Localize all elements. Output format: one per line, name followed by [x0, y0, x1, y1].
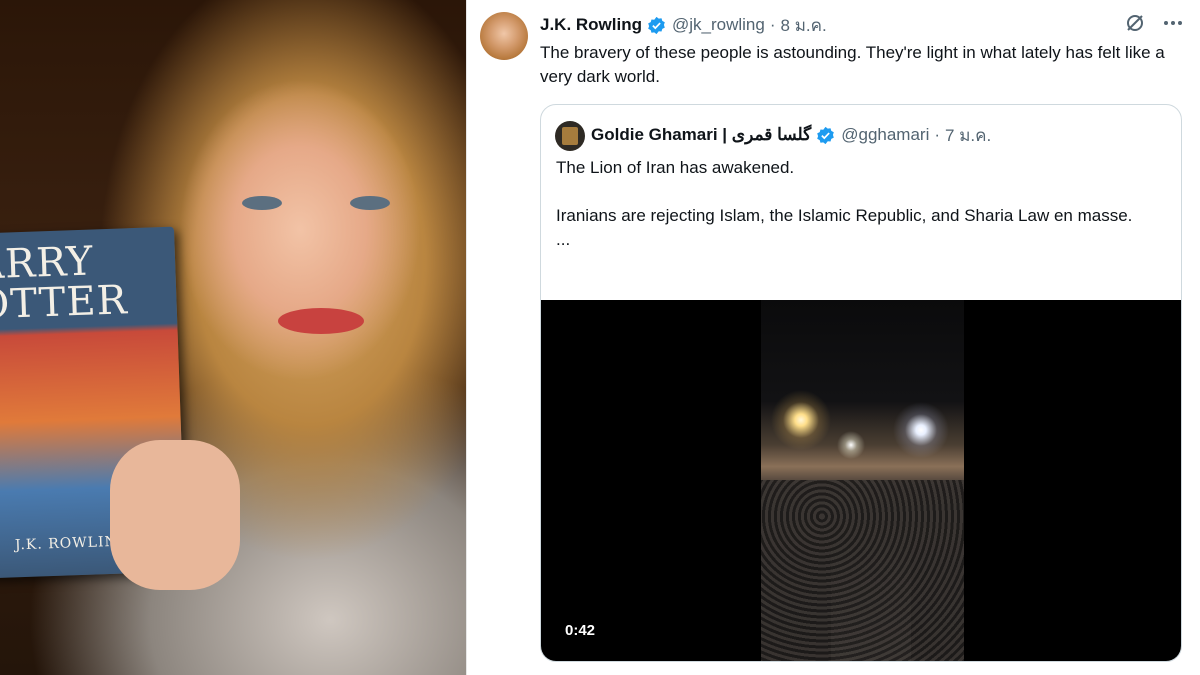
quoted-line-1: The Lion of Iran has awakened. — [556, 158, 795, 177]
quoted-author-avatar — [555, 121, 585, 151]
quoted-tweet-text: The Lion of Iran has awakened. Iranians … — [556, 156, 1166, 252]
author-handle[interactable]: @jk_rowling — [672, 15, 765, 35]
quoted-author-name: Goldie Ghamari | گلسا قمری — [591, 125, 812, 144]
quoted-line-3: ... — [556, 230, 571, 249]
grok-icon[interactable] — [1124, 12, 1146, 34]
photo-hand — [110, 440, 240, 590]
header-separator: · — [769, 15, 776, 34]
author-avatar[interactable] — [480, 12, 528, 60]
verified-badge-icon — [817, 126, 835, 144]
book-title: ARRY OTTER — [0, 238, 177, 329]
author-name[interactable]: J.K. Rowling — [540, 15, 642, 35]
tweet-actions — [1124, 12, 1184, 34]
quoted-line-2: Iranians are rejecting Islam, the Islami… — [556, 206, 1133, 225]
photo-eye-left — [242, 196, 282, 210]
tweet-text: The bravery of these people is astoundin… — [540, 43, 1165, 86]
photo-mouth — [278, 308, 364, 334]
photo-eye-right — [350, 196, 390, 210]
quoted-tweet-card[interactable]: Goldie Ghamari | گلسا قمری @gghamari · 7… — [540, 104, 1182, 662]
video-duration: 0:42 — [565, 622, 596, 639]
book-title-text: ARRY OTTER — [0, 238, 129, 329]
panel-divider — [466, 0, 467, 675]
quoted-tweet-date: 7 ม.ค. — [945, 125, 992, 145]
photo-panel: ARRY OTTER J.K. ROWLING — [0, 0, 466, 675]
tweet-header: J.K. Rowling @jk_rowling · 8 ม.ค. — [540, 14, 827, 36]
tweet-date[interactable]: 8 ม.ค. — [781, 12, 827, 39]
verified-badge-icon — [648, 16, 665, 34]
video-player[interactable]: 0:42 — [541, 300, 1181, 661]
quoted-author-handle: @gghamari — [841, 125, 930, 144]
quoted-tweet-header: Goldie Ghamari | گلسا قمری @gghamari · 7… — [591, 123, 991, 147]
more-icon[interactable] — [1162, 12, 1184, 34]
quoted-header-separator: · — [934, 125, 941, 144]
video-crowd — [761, 480, 964, 661]
video-frame — [761, 300, 964, 661]
